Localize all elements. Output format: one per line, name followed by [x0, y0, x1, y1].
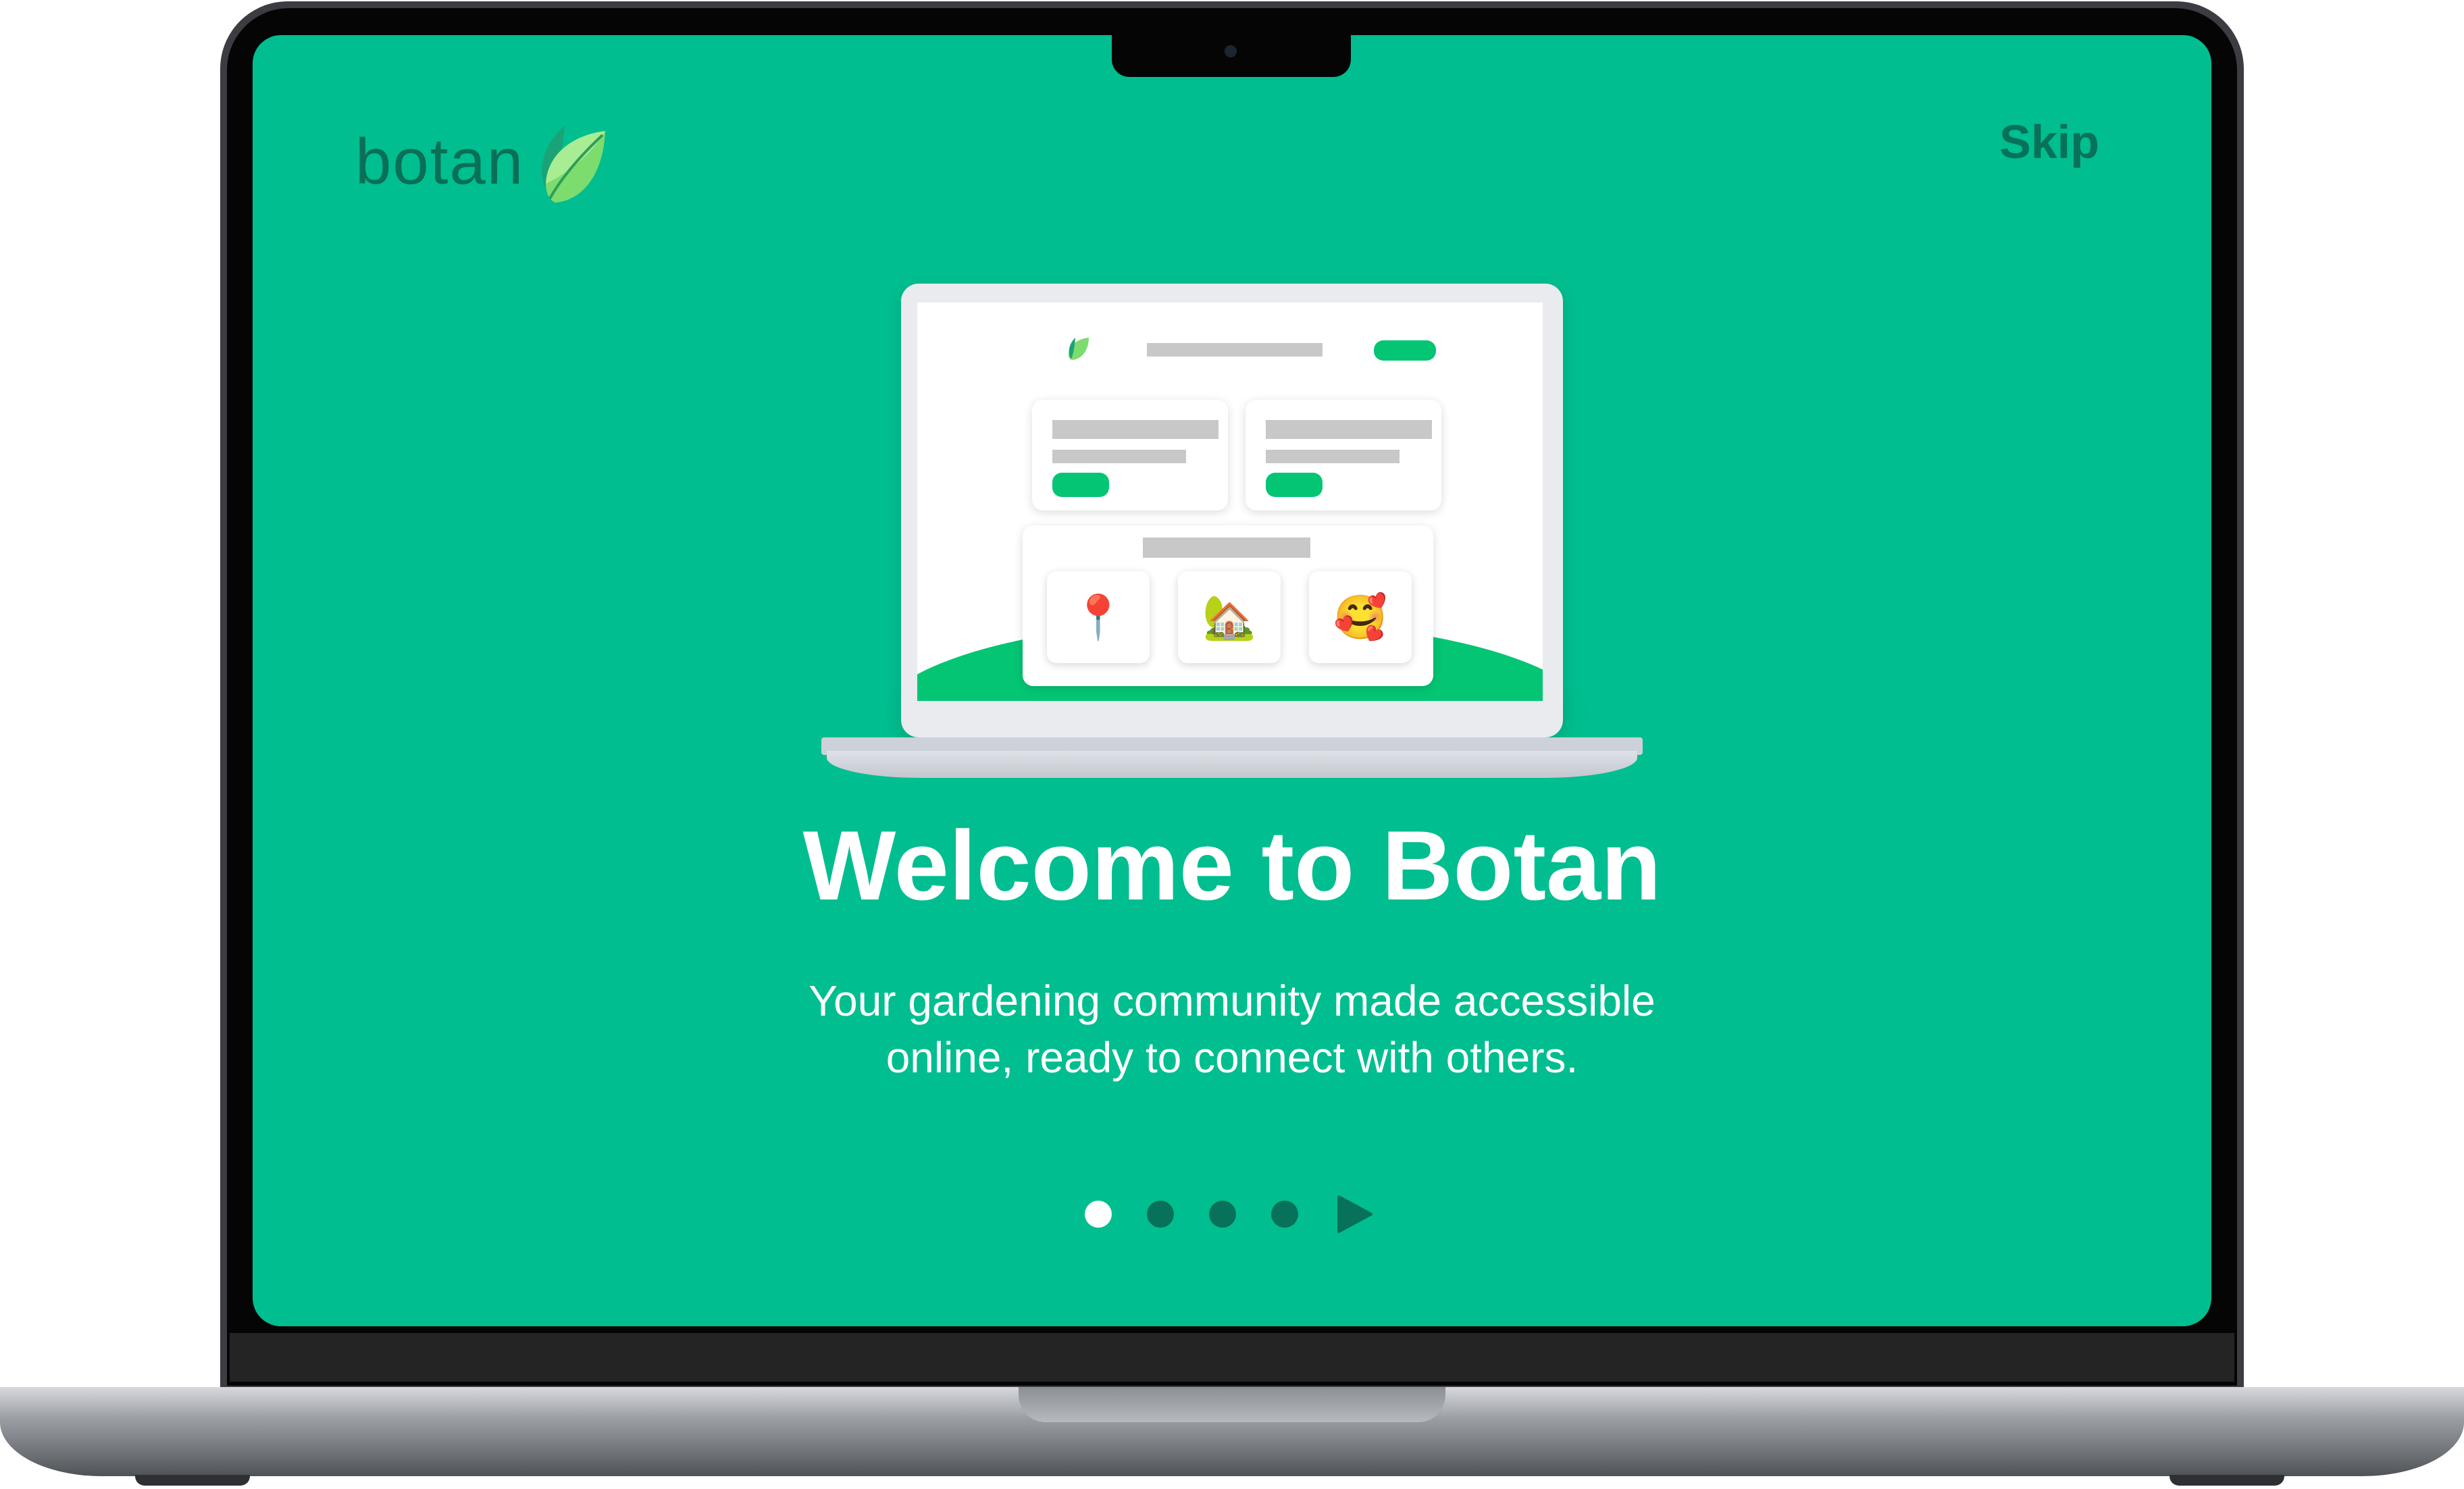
pager-dot-2[interactable] [1147, 1201, 1174, 1228]
brand-logo: botan [355, 103, 611, 221]
pager-dot-4[interactable] [1271, 1201, 1298, 1228]
mini-leaf-icon [1069, 338, 1089, 360]
mini-header-button [1374, 340, 1436, 361]
laptop-foot-left [135, 1475, 250, 1486]
laptop-notch [1112, 35, 1351, 77]
welcome-title: Welcome to Botan [802, 810, 1662, 920]
welcome-subtitle: Your gardening community made accessible… [253, 972, 2211, 1086]
laptop-opening-groove [1019, 1387, 1445, 1422]
house-emoji-card: 🏡 [1178, 571, 1281, 663]
house-garden-emoji: 🏡 [1202, 592, 1256, 642]
brand-name: botan [355, 126, 525, 198]
pin-emoji: 📍 [1071, 592, 1125, 642]
welcome-subtitle-line-1: Your gardening community made accessible [808, 976, 1656, 1025]
smile-emoji-card: 🥰 [1309, 571, 1412, 663]
mini-card-2 [1246, 400, 1441, 511]
mini-card-1 [1032, 400, 1228, 511]
smiling-hearts-emoji: 🥰 [1333, 592, 1387, 642]
laptop-chin [230, 1333, 2234, 1382]
welcome-illustration: 📍 🏡 🥰 [821, 284, 1643, 810]
illustration-display: 📍 🏡 🥰 [917, 303, 1543, 701]
mini-header-bar [1147, 343, 1323, 357]
illustration-laptop-base [827, 751, 1637, 778]
pin-emoji-card: 📍 [1047, 571, 1150, 663]
onboarding-pager [1085, 1194, 1374, 1234]
pager-dot-1[interactable] [1085, 1201, 1112, 1228]
leaf-logo-icon [542, 126, 606, 203]
onboarding-screen: botan Skip 📍 🏡 🥰 Welcome to Botan Your g… [253, 35, 2211, 1326]
play-arrow-icon[interactable] [1333, 1194, 1374, 1234]
pager-dot-3[interactable] [1209, 1201, 1236, 1228]
mini-feature-panel: 📍 🏡 🥰 [1023, 525, 1433, 686]
skip-button[interactable]: Skip [1999, 115, 2099, 169]
laptop-foot-right [2170, 1475, 2284, 1486]
camera-icon [1225, 45, 1237, 57]
welcome-subtitle-line-2: online, ready to connect with others. [886, 1033, 1578, 1082]
